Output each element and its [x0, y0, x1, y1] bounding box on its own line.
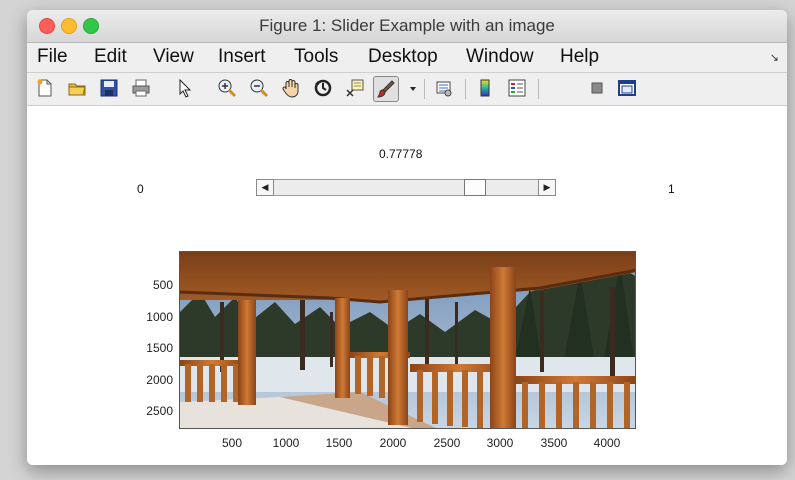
- menu-window[interactable]: Window: [466, 46, 534, 68]
- figure-window: Figure 1: Slider Example with an image F…: [27, 10, 787, 465]
- menu-bar: File Edit View Insert Tools Desktop Wind…: [27, 43, 787, 73]
- slider-max-label: 1: [668, 182, 675, 196]
- dropdown-arrow-icon[interactable]: [403, 78, 416, 98]
- pointer-icon[interactable]: [175, 78, 195, 98]
- y-tick-label: 2500: [146, 404, 173, 418]
- image-axes: [179, 251, 636, 429]
- hide-plot-tools-icon[interactable]: [587, 78, 607, 98]
- slider-thumb[interactable]: [463, 179, 486, 196]
- toolbar-separator: [538, 79, 539, 99]
- x-tick-label: 2500: [433, 436, 461, 450]
- window-title: Figure 1: Slider Example with an image: [259, 16, 555, 35]
- figure-canvas: 0.77778 0 1 ◀ ▶ 500 1000 1500 2000 2500 …: [27, 106, 787, 465]
- x-tick-label: 2000: [379, 436, 407, 450]
- toolbar: [27, 73, 787, 106]
- toolbar-separator: [465, 79, 466, 99]
- colorbar-icon[interactable]: [475, 78, 495, 98]
- value-slider[interactable]: ◀ ▶: [256, 179, 556, 196]
- y-tick-label: 500: [152, 278, 173, 292]
- menu-desktop[interactable]: Desktop: [368, 46, 438, 68]
- open-file-icon[interactable]: [67, 78, 87, 98]
- save-icon[interactable]: [99, 78, 119, 98]
- y-tick-label: 1000: [146, 310, 173, 324]
- x-tick-label: 4000: [593, 436, 621, 450]
- menu-insert[interactable]: Insert: [218, 46, 266, 68]
- link-plot-icon[interactable]: [434, 78, 454, 98]
- data-cursor-icon[interactable]: [345, 78, 365, 98]
- zoom-in-icon[interactable]: [217, 78, 237, 98]
- rotate-3d-icon[interactable]: [313, 78, 333, 98]
- porch-image: [180, 252, 635, 428]
- zoom-out-icon[interactable]: [249, 78, 269, 98]
- slider-min-label: 0: [137, 182, 144, 196]
- slider-right-arrow-icon[interactable]: ▶: [538, 179, 556, 196]
- print-icon[interactable]: [131, 78, 151, 98]
- menu-file[interactable]: File: [37, 46, 68, 68]
- title-bar[interactable]: Figure 1: Slider Example with an image: [27, 10, 787, 43]
- menu-tools[interactable]: Tools: [294, 46, 338, 68]
- x-tick-label: 1000: [272, 436, 300, 450]
- slider-value-text: 0.77778: [379, 147, 423, 161]
- menu-edit[interactable]: Edit: [94, 46, 127, 68]
- legend-icon[interactable]: [507, 78, 527, 98]
- brush-icon[interactable]: [373, 76, 399, 102]
- menu-view[interactable]: View: [153, 46, 194, 68]
- y-tick-label: 1500: [146, 341, 173, 355]
- menu-help[interactable]: Help: [560, 46, 599, 68]
- x-tick-label: 1500: [325, 436, 353, 450]
- new-figure-icon[interactable]: [35, 78, 55, 98]
- show-plot-tools-icon[interactable]: [617, 78, 637, 98]
- x-tick-label: 3000: [486, 436, 514, 450]
- dock-arrow-icon[interactable]: ↘: [770, 51, 779, 64]
- toolbar-separator: [424, 79, 425, 99]
- x-tick-label: 500: [221, 436, 243, 450]
- y-tick-label: 2000: [146, 373, 173, 387]
- x-tick-label: 3500: [540, 436, 568, 450]
- pan-hand-icon[interactable]: [281, 78, 301, 98]
- slider-left-arrow-icon[interactable]: ◀: [256, 179, 274, 196]
